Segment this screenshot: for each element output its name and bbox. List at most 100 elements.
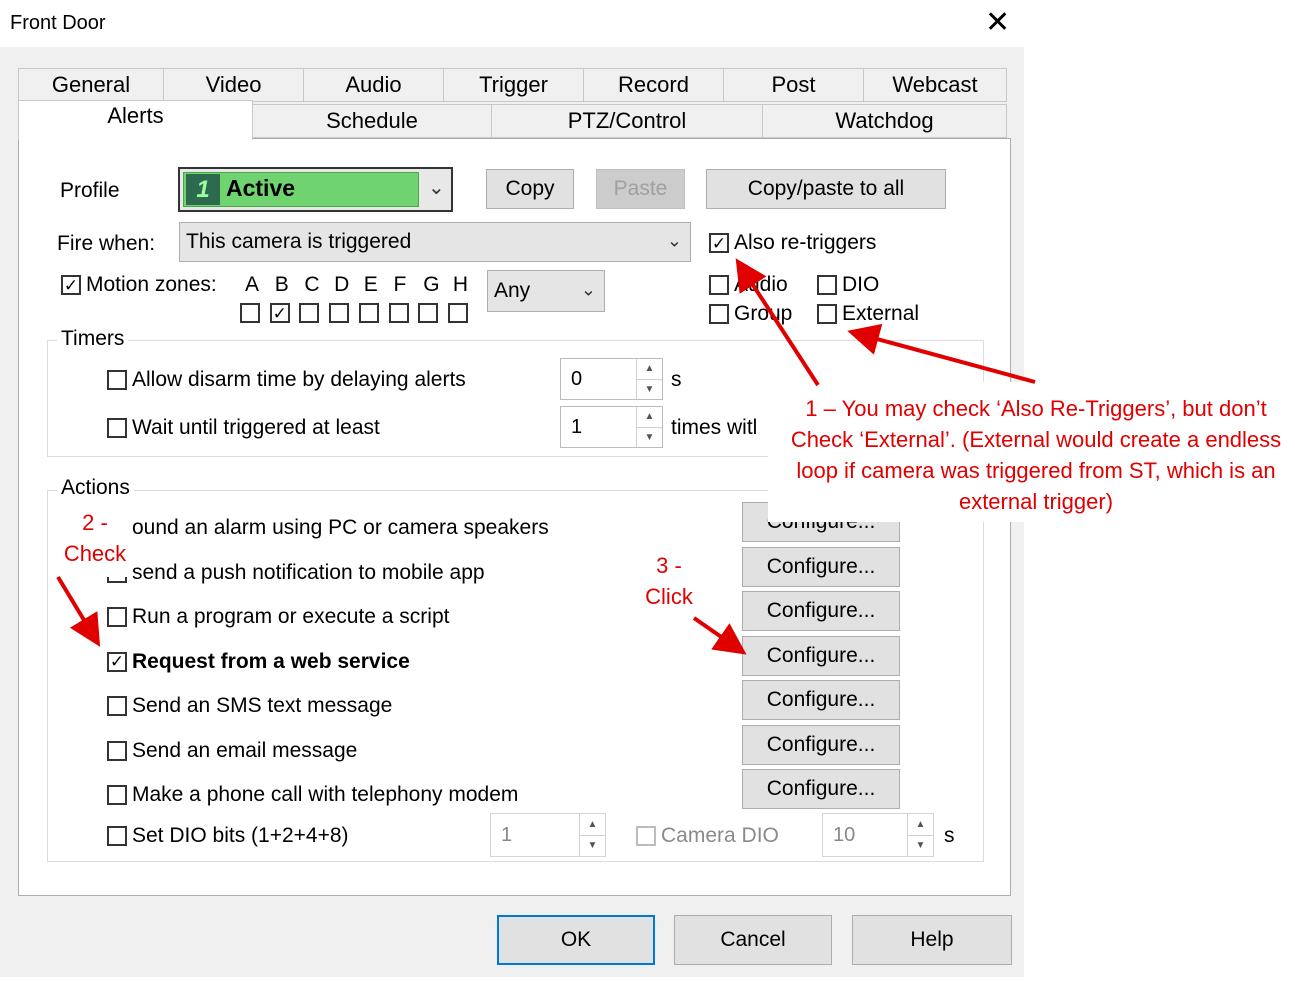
tab-schedule[interactable]: Schedule (252, 104, 492, 138)
disarm-delay-spinner[interactable]: 0 ▲ ▼ (560, 358, 663, 400)
chevron-down-icon: ⌄ (428, 177, 445, 199)
spin-down-icon[interactable]: ▼ (637, 428, 662, 448)
window-title: Front Door (10, 12, 106, 34)
annotation-note-2: 2 - Check (63, 510, 127, 566)
fire-when-label: Fire when: (57, 232, 156, 255)
action-label: Make a phone call with telephony modem (132, 783, 519, 806)
disarm-delay-unit: s (671, 368, 682, 391)
group-label: Group (734, 302, 793, 325)
zone-checkbox-e[interactable] (358, 303, 379, 323)
disarm-delay-value: 0 (571, 367, 583, 390)
help-button[interactable]: Help (852, 915, 1012, 965)
disarm-delay-checkbox[interactable] (107, 370, 127, 390)
cancel-button[interactable]: Cancel (674, 915, 832, 965)
camera-dio-unit: s (944, 824, 955, 847)
configure-button[interactable]: Configure... (742, 591, 900, 631)
set-dio-label: Set DIO bits (1+2+4+8) (132, 824, 349, 847)
wait-triggered-checkbox[interactable] (107, 418, 127, 438)
spin-up-icon[interactable]: ▲ (637, 359, 662, 380)
action-checkbox[interactable] (107, 785, 127, 805)
paste-button[interactable]: Paste (596, 169, 685, 209)
tab-trigger[interactable]: Trigger (443, 68, 584, 102)
configure-button[interactable]: Configure... (742, 546, 900, 587)
check-icon: ✓ (272, 303, 287, 323)
audio-label: Audio (734, 273, 788, 296)
fire-when-select[interactable]: This camera is triggered ⌄ (179, 222, 691, 262)
spin-up-icon[interactable]: ▲ (908, 814, 933, 836)
camera-dio-value: 10 (833, 823, 856, 846)
action-checkbox[interactable]: ✓ (107, 651, 127, 672)
tab-watchdog[interactable]: Watchdog (762, 104, 1007, 138)
zone-checkbox-g[interactable] (418, 303, 439, 323)
action-label: Send an SMS text message (132, 694, 393, 717)
zone-checkbox-c[interactable] (299, 303, 320, 323)
timers-title: Timers (57, 327, 129, 351)
zone-checkbox-d[interactable] (329, 303, 350, 323)
audio-checkbox[interactable] (709, 275, 729, 295)
ok-button[interactable]: OK (497, 915, 655, 965)
action-label: Run a program or execute a script (132, 605, 450, 628)
tab-ptz-control[interactable]: PTZ/Control (491, 104, 763, 138)
annotation-note-1: 1 – You may check ‘Also Re-Triggers’, bu… (790, 396, 1282, 514)
zone-checkbox-f[interactable] (388, 303, 409, 323)
group-checkbox[interactable] (709, 304, 729, 324)
check-icon: ✓ (63, 275, 79, 295)
fire-when-value: This camera is triggered (186, 230, 412, 253)
dio-bits-spinner[interactable]: 1 ▲ ▼ (490, 813, 606, 857)
camera-dio-label: Camera DIO (661, 824, 779, 847)
annotation-note-3: 3 - Click (645, 553, 693, 609)
zone-letter-c: C (304, 273, 320, 296)
wait-triggered-label: Wait until triggered at least (132, 416, 380, 439)
dio-bits-value: 1 (501, 823, 513, 846)
check-icon: ✓ (711, 233, 727, 253)
motion-zones-checkbox[interactable]: ✓ (61, 275, 81, 295)
configure-button[interactable]: Configure... (742, 680, 900, 720)
wait-triggered-unit: times witl (671, 416, 758, 439)
action-label: ound an alarm using PC or camera speaker… (132, 516, 549, 539)
tab-record[interactable]: Record (583, 68, 724, 102)
disarm-delay-label: Allow disarm time by delaying alerts (132, 368, 466, 391)
chevron-down-icon: ⌄ (580, 279, 596, 300)
copy-paste-all-button[interactable]: Copy/paste to all (706, 169, 946, 209)
wait-triggered-spinner[interactable]: 1 ▲ ▼ (560, 406, 663, 448)
spin-down-icon[interactable]: ▼ (637, 380, 662, 400)
zone-letter-e: E (363, 273, 378, 296)
action-checkbox[interactable] (107, 607, 127, 627)
tab-webcast[interactable]: Webcast (863, 68, 1007, 102)
action-checkbox[interactable] (107, 696, 127, 716)
spin-down-icon[interactable]: ▼ (580, 836, 605, 857)
also-retriggers-checkbox[interactable]: ✓ (709, 233, 729, 253)
camera-dio-spinner[interactable]: 10 ▲ ▼ (822, 813, 934, 857)
action-checkbox[interactable] (107, 740, 127, 761)
action-label: Request from a web service (132, 649, 410, 673)
tab-alerts[interactable]: Alerts (18, 100, 253, 140)
dio-checkbox[interactable] (817, 275, 837, 295)
close-icon[interactable]: ✕ (985, 8, 1010, 38)
also-retriggers-label: Also re-triggers (734, 231, 877, 254)
tab-post[interactable]: Post (723, 68, 864, 102)
external-checkbox[interactable] (817, 304, 837, 324)
zone-checkbox-b[interactable]: ✓ (269, 303, 290, 323)
configure-button[interactable]: Configure... (742, 724, 900, 765)
spin-up-icon[interactable]: ▲ (637, 407, 662, 428)
tab-audio[interactable]: Audio (303, 68, 444, 102)
zone-letter-g: G (423, 273, 440, 296)
set-dio-checkbox[interactable] (107, 826, 127, 846)
zone-checkbox-h[interactable] (447, 303, 468, 323)
spin-down-icon[interactable]: ▼ (908, 836, 933, 857)
zone-match-value: Any (494, 279, 531, 302)
profile-select[interactable]: 1 Active ⌄ (178, 167, 453, 212)
dio-label: DIO (842, 273, 880, 296)
spin-up-icon[interactable]: ▲ (580, 814, 605, 836)
zone-match-select[interactable]: Any ⌄ (487, 270, 605, 312)
tab-general[interactable]: General (18, 68, 164, 102)
motion-zones-label: Motion zones: (86, 273, 217, 296)
camera-dio-checkbox[interactable] (636, 826, 656, 846)
wait-triggered-value: 1 (571, 415, 583, 438)
configure-button[interactable]: Configure... (742, 769, 900, 809)
copy-button[interactable]: Copy (486, 169, 574, 209)
configure-button[interactable]: Configure... (742, 635, 900, 676)
tab-video[interactable]: Video (163, 68, 304, 102)
zone-checkbox-a[interactable] (240, 303, 260, 323)
action-label: Send an email message (132, 738, 358, 762)
